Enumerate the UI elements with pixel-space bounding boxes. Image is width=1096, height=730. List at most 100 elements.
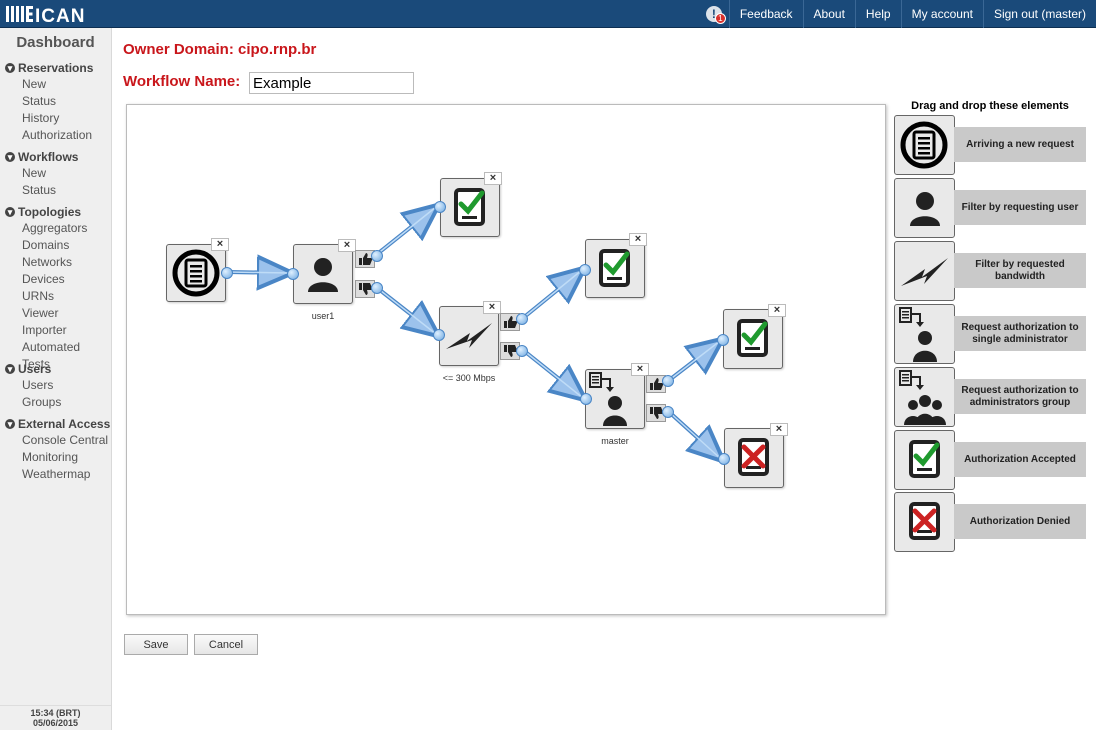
- bandwidth-icon[interactable]: [894, 241, 955, 301]
- bandwidth-filter-node[interactable]: [439, 306, 499, 366]
- remove-node-button[interactable]: ×: [629, 233, 647, 246]
- new-request-icon: [172, 249, 220, 297]
- meican-logo[interactable]: ICAN: [4, 2, 110, 26]
- sidebar-item-weathermap[interactable]: Weathermap: [0, 466, 111, 483]
- sidebar-section-users[interactable]: ▾ Users: [0, 360, 111, 377]
- workflow-canvas[interactable]: × × user1 × × <= 300 Mbps × × master × ×: [126, 104, 886, 615]
- notifications-button[interactable]: ! 1: [699, 0, 729, 28]
- remove-node-button[interactable]: ×: [211, 238, 229, 251]
- denied-icon[interactable]: [894, 492, 955, 552]
- accepted-node[interactable]: [440, 178, 500, 237]
- single-admin-node[interactable]: [585, 369, 645, 429]
- palette-title: Drag and drop these elements: [911, 100, 1069, 112]
- input-port[interactable]: [287, 268, 299, 280]
- palette-item-label: Filter by requested bandwidth: [954, 253, 1086, 288]
- sidebar-item-workflows-new[interactable]: New: [0, 165, 111, 182]
- expand-icon: ▾: [5, 206, 15, 217]
- input-port[interactable]: [717, 334, 729, 346]
- palette-item-label: Authorization Denied: [954, 504, 1086, 539]
- palette-item-single-admin[interactable]: Request authorization to single administ…: [894, 304, 1086, 364]
- remove-node-button[interactable]: ×: [770, 423, 788, 436]
- new-request-node[interactable]: [166, 244, 226, 302]
- accept-port[interactable]: [662, 375, 674, 387]
- accepted-node[interactable]: [585, 239, 645, 298]
- sidebar-item-viewer[interactable]: Viewer: [0, 305, 111, 322]
- remove-node-button[interactable]: ×: [338, 239, 356, 252]
- top-nav: ! 1 Feedback About Help My account Sign …: [699, 0, 1096, 28]
- sidebar-item-console-central[interactable]: Console Central: [0, 432, 111, 449]
- admin-group-icon[interactable]: [894, 367, 955, 427]
- palette-item-denied[interactable]: Authorization Denied: [894, 492, 1086, 552]
- cancel-button[interactable]: Cancel: [194, 634, 258, 655]
- input-port[interactable]: [434, 201, 446, 213]
- accept-port[interactable]: [516, 313, 528, 325]
- denied-node[interactable]: [724, 428, 784, 488]
- palette-item-accepted[interactable]: Authorization Accepted: [894, 430, 1086, 490]
- sidebar-item-domains[interactable]: Domains: [0, 237, 111, 254]
- nav-sign-out-link[interactable]: Sign out (master): [982, 0, 1096, 28]
- palette-item-label: Arriving a new request: [954, 127, 1086, 162]
- sidebar-item-reservations-new[interactable]: New: [0, 76, 111, 93]
- sidebar-item-reservations-history[interactable]: History: [0, 110, 111, 127]
- expand-icon: ▾: [5, 363, 15, 374]
- accepted-icon[interactable]: [894, 430, 955, 490]
- sidebar-item-reservations-authorization[interactable]: Authorization: [0, 127, 111, 144]
- denied-icon: [738, 438, 769, 476]
- nav-about-link[interactable]: About: [802, 0, 855, 28]
- user-icon[interactable]: [894, 178, 955, 238]
- user-filter-node[interactable]: [293, 244, 353, 304]
- accepted-icon: [454, 188, 485, 226]
- clock-date: 05/06/2015: [32, 718, 79, 728]
- deny-port[interactable]: [516, 345, 528, 357]
- sidebar-item-workflows-status[interactable]: Status: [0, 182, 111, 199]
- top-bar: ICAN ! 1 Feedback About Help My account …: [0, 0, 1096, 28]
- input-port[interactable]: [718, 453, 730, 465]
- input-port[interactable]: [579, 264, 591, 276]
- section-label: Users: [18, 361, 52, 376]
- input-port[interactable]: [580, 393, 592, 405]
- sidebar: Dashboard ▾ Reservations New Status Histo…: [0, 28, 112, 730]
- palette-item-user-filter[interactable]: Filter by requesting user: [894, 178, 1086, 238]
- sidebar-item-urns[interactable]: URNs: [0, 288, 111, 305]
- sidebar-item-users[interactable]: Users: [0, 377, 111, 394]
- nav-my-account-link[interactable]: My account: [900, 0, 983, 28]
- sidebar-item-monitoring[interactable]: Monitoring: [0, 449, 111, 466]
- accepted-node[interactable]: [723, 309, 783, 369]
- sidebar-section-reservations[interactable]: ▾ Reservations: [0, 59, 111, 76]
- sidebar-item-automated-tests[interactable]: Automated Tests: [0, 339, 111, 371]
- palette-item-admin-group[interactable]: Request authorization to administrators …: [894, 367, 1086, 427]
- owner-domain-title: Owner Domain: cipo.rnp.br: [123, 41, 317, 58]
- section-label: Reservations: [18, 60, 94, 75]
- sidebar-item-devices[interactable]: Devices: [0, 271, 111, 288]
- sidebar-section-topologies[interactable]: ▾ Topologies: [0, 203, 111, 220]
- remove-node-button[interactable]: ×: [768, 304, 786, 317]
- sidebar-section-external-access[interactable]: ▾ External Access: [0, 415, 111, 432]
- palette-item-bandwidth-filter[interactable]: Filter by requested bandwidth: [894, 241, 1086, 301]
- sidebar-title[interactable]: Dashboard: [0, 34, 111, 51]
- nav-help-link[interactable]: Help: [854, 0, 901, 28]
- sidebar-item-groups[interactable]: Groups: [0, 394, 111, 411]
- sidebar-item-aggregators[interactable]: Aggregators: [0, 220, 111, 237]
- remove-node-button[interactable]: ×: [484, 172, 502, 185]
- save-button[interactable]: Save: [124, 634, 188, 655]
- deny-port[interactable]: [371, 282, 383, 294]
- input-port[interactable]: [433, 329, 445, 341]
- sidebar-item-reservations-status[interactable]: Status: [0, 93, 111, 110]
- palette-item-label: Request authorization to single administ…: [954, 316, 1086, 351]
- accept-port[interactable]: [371, 250, 383, 262]
- remove-node-button[interactable]: ×: [483, 301, 501, 314]
- deny-port[interactable]: [662, 406, 674, 418]
- notification-count-badge: 1: [714, 13, 726, 24]
- sidebar-section-workflows[interactable]: ▾ Workflows: [0, 148, 111, 165]
- section-label: External Access: [18, 416, 111, 431]
- nav-feedback-link[interactable]: Feedback: [728, 0, 803, 28]
- single-admin-icon[interactable]: [894, 304, 955, 364]
- section-label: Workflows: [18, 149, 79, 164]
- sidebar-item-networks[interactable]: Networks: [0, 254, 111, 271]
- palette-item-label: Filter by requesting user: [954, 190, 1086, 225]
- workflow-name-input[interactable]: [249, 72, 414, 94]
- output-port[interactable]: [221, 267, 233, 279]
- new-request-icon[interactable]: [894, 115, 955, 175]
- palette-item-new-request[interactable]: Arriving a new request: [894, 115, 1086, 175]
- sidebar-item-importer[interactable]: Importer: [0, 322, 111, 339]
